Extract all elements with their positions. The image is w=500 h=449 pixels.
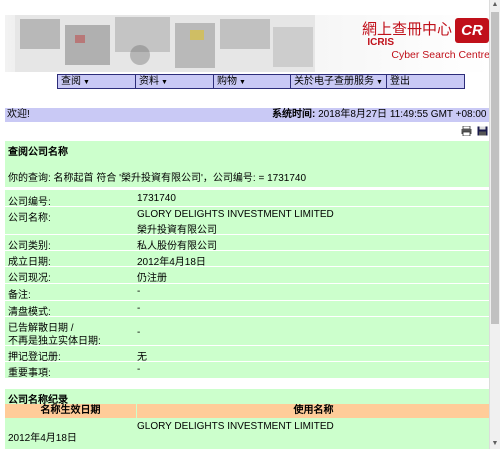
brand-icris: ICRIS xyxy=(367,37,394,48)
divider xyxy=(5,345,490,346)
detail-label: 公司名称: xyxy=(8,213,51,224)
detail-value: - xyxy=(137,364,141,375)
divider xyxy=(5,234,490,235)
divider xyxy=(5,300,490,301)
menu-about[interactable]: 关於电子查册服务 ▼ xyxy=(291,75,387,88)
company-details-table: 公司编号: 1731740 公司名称: GLORY DELIGHTS INVES… xyxy=(5,190,490,379)
menu-shopping[interactable]: 购物 ▼ xyxy=(214,75,291,88)
detail-value: - xyxy=(137,303,141,314)
scroll-thumb[interactable] xyxy=(491,12,499,324)
menu-info[interactable]: 资料 ▼ xyxy=(136,75,214,88)
banner-collage-image xyxy=(15,15,315,72)
detail-value: 仍注册 xyxy=(137,273,167,284)
vertical-scrollbar[interactable]: ▲ ▼ xyxy=(489,0,500,449)
status-bar: 欢迎! 系统时间: 2018年8月27日 11:49:55 GMT +08:00 xyxy=(5,108,490,122)
system-time-value: 2018年8月27日 11:49:55 GMT +08:00 xyxy=(318,109,487,120)
divider xyxy=(5,250,490,251)
col-header-name-used: 使用名称 xyxy=(137,404,490,418)
detail-value: - xyxy=(137,286,141,297)
scroll-up-icon[interactable]: ▲ xyxy=(490,0,500,10)
query-text-value: 你的查询: 名称起首 符合 '榮升投資有限公司'，公司编号: = 1731740 xyxy=(8,173,307,184)
welcome-text: 欢迎! xyxy=(7,109,30,120)
query-panel: 查阅公司名称 你的查询: 名称起首 符合 '榮升投資有限公司'，公司编号: = … xyxy=(5,141,490,187)
divider xyxy=(5,361,490,362)
menu-info-label: 资料 xyxy=(139,76,159,87)
dropdown-arrow-icon: ▼ xyxy=(239,79,246,86)
history-name: GLORY DELIGHTS INVESTMENT LIMITED xyxy=(137,421,334,432)
main-menu-bar: 查阅 ▼ 资料 ▼ 购物 ▼ 关於电子查册服务 ▼ 登出 xyxy=(57,74,465,89)
detail-label: 备注: xyxy=(8,290,31,301)
site-banner: 網上查冊中心 CR ICRIS Cyber Search Centre xyxy=(5,15,490,72)
menu-shopping-label: 购物 xyxy=(217,76,237,87)
menu-search-label: 查阅 xyxy=(61,76,81,87)
system-time-label: 系统时间: xyxy=(272,109,316,120)
divider xyxy=(5,283,490,284)
detail-label: 重要事項: xyxy=(8,368,51,379)
history-date: 2012年4月18日 xyxy=(8,433,77,444)
table-row: 2012年4月18日 GLORY DELIGHTS INVESTMENT LIM… xyxy=(5,419,490,449)
dropdown-arrow-icon: ▼ xyxy=(376,79,383,86)
brand-chinese-title: 網上查冊中心 xyxy=(361,20,452,38)
dropdown-arrow-icon: ▼ xyxy=(83,79,90,86)
page-tools xyxy=(459,126,488,139)
dropdown-arrow-icon: ▼ xyxy=(161,79,168,86)
system-time: 系统时间: 2018年8月27日 11:49:55 GMT +08:00 xyxy=(272,108,486,122)
query-title-text: 查阅公司名称 xyxy=(8,147,68,158)
menu-logout-label: 登出 xyxy=(390,76,410,87)
divider xyxy=(5,206,490,207)
menu-about-label: 关於电子查册服务 xyxy=(294,76,374,87)
detail-value: - xyxy=(137,327,141,338)
detail-value: 1731740 xyxy=(137,193,176,204)
cr-logo: CR xyxy=(455,18,489,43)
save-icon[interactable] xyxy=(477,126,488,136)
col-header-effective-date: 名称生效日期 xyxy=(5,404,136,418)
print-icon[interactable] xyxy=(461,126,472,136)
divider xyxy=(5,266,490,267)
detail-value: GLORY DELIGHTS INVESTMENT LIMITED xyxy=(137,209,334,220)
menu-search[interactable]: 查阅 ▼ xyxy=(58,75,136,88)
divider xyxy=(5,316,490,317)
detail-label: 公司现况: xyxy=(8,273,51,284)
scroll-down-icon[interactable]: ▼ xyxy=(490,439,500,449)
brand-english-title: Cyber Search Centre xyxy=(391,49,490,61)
menu-logout[interactable]: 登出 xyxy=(387,75,464,88)
